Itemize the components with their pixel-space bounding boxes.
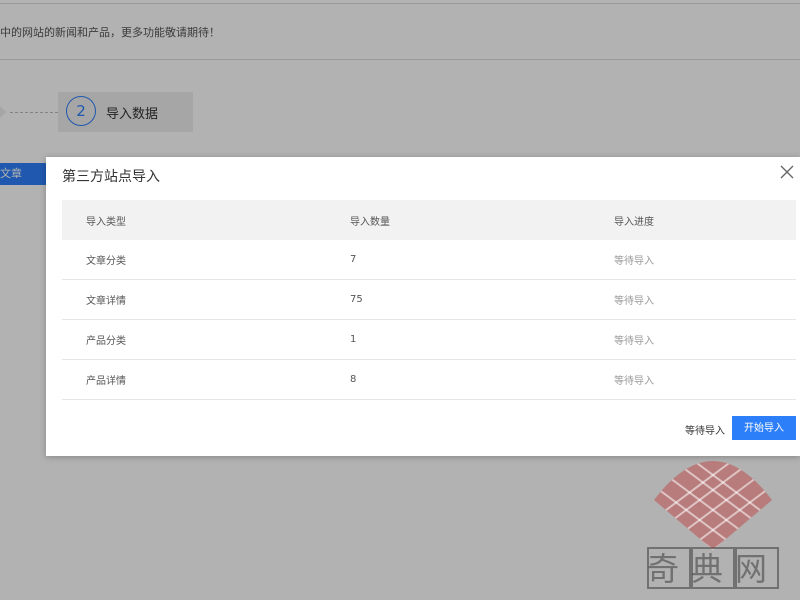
- column-header-type: 导入类型: [62, 200, 326, 240]
- svg-text:奇典网: 奇典网: [647, 550, 779, 588]
- cell-type: 产品分类: [62, 319, 326, 360]
- close-icon[interactable]: [780, 165, 800, 185]
- page: 中的网站的新闻和产品，更多功能敬请期待！ 2 导入数据 文章 第三方站点导入 导…: [0, 0, 800, 600]
- import-dialog: 第三方站点导入 导入类型 导入数量 导入进度 文章分类 7 等待导入 文章详情 …: [46, 157, 800, 456]
- column-header-progress: 导入进度: [590, 200, 796, 240]
- watermark-logo: 奇典网: [646, 440, 780, 600]
- cell-type: 产品详情: [62, 359, 326, 400]
- dialog-title: 第三方站点导入: [62, 169, 160, 185]
- cell-type: 文章分类: [62, 240, 326, 280]
- import-status-text: 等待导入: [685, 426, 725, 437]
- cell-type: 文章详情: [62, 279, 326, 320]
- cell-status: 等待导入: [590, 240, 796, 280]
- cell-status: 等待导入: [590, 319, 796, 360]
- cell-status: 等待导入: [590, 279, 796, 320]
- cell-count: 8: [326, 359, 590, 400]
- start-import-button[interactable]: 开始导入: [732, 416, 796, 440]
- table-row: 文章详情 75 等待导入: [62, 279, 796, 320]
- table-header-row: 导入类型 导入数量 导入进度: [62, 200, 796, 240]
- cell-count: 75: [326, 279, 590, 320]
- table-row: 产品分类 1 等待导入: [62, 319, 796, 360]
- cell-count: 7: [326, 240, 590, 280]
- table-row: 文章分类 7 等待导入: [62, 240, 796, 280]
- column-header-count: 导入数量: [326, 200, 590, 240]
- cell-status: 等待导入: [590, 359, 796, 400]
- import-table: 导入类型 导入数量 导入进度 文章分类 7 等待导入 文章详情 75 等待导入 …: [62, 200, 796, 400]
- cell-count: 1: [326, 319, 590, 360]
- table-row: 产品详情 8 等待导入: [62, 359, 796, 400]
